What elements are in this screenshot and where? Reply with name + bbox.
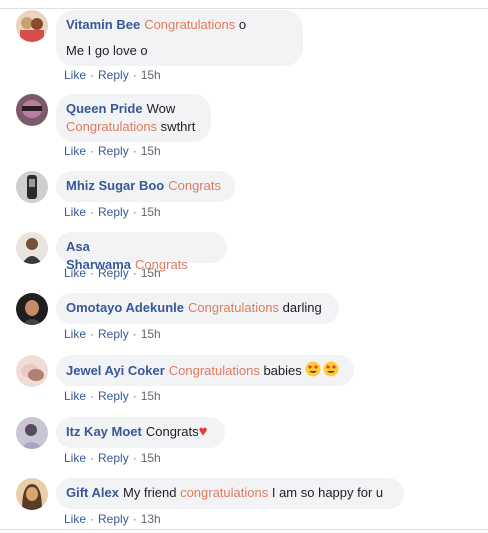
comment-actions: Like · Reply · 15h [64, 68, 161, 82]
comment-bubble: Mhiz Sugar Boo Congrats [56, 171, 235, 202]
reply-link[interactable]: Reply [98, 144, 129, 158]
reply-link[interactable]: Reply [98, 389, 129, 403]
like-link[interactable]: Like [64, 205, 86, 219]
comment-actions: Like · Reply · 15h [64, 144, 161, 158]
highlight-text: Congratulations [187, 300, 280, 315]
comment-bubble: Queen Pride Wow Congratulations swthrt [56, 94, 211, 142]
comment-actions: Like · Reply · 15h [64, 327, 161, 341]
reply-link[interactable]: Reply [98, 266, 129, 280]
comment-author[interactable]: Jewel Ayi Coker [66, 363, 165, 378]
heart-emoji-icon: ♥ [198, 423, 208, 440]
heart-eyes-emoji-icon [305, 361, 339, 377]
comment-bubble: Asa Sharwama Congrats [56, 232, 227, 272]
timestamp[interactable]: 15h [141, 144, 161, 158]
like-link[interactable]: Like [64, 512, 86, 526]
avatar[interactable] [16, 10, 48, 42]
comment-bubble: Omotayo Adekunle Congratulations darling [56, 293, 339, 324]
comment-text: Congrats [145, 424, 199, 439]
comment-author[interactable]: Vitamin Bee [66, 17, 140, 32]
comment-bubble: Vitamin Bee Congratulations o Me I go lov… [56, 10, 303, 66]
highlight-text: Congratulations [66, 119, 158, 134]
avatar[interactable] [16, 171, 48, 203]
comment-text: I am so happy for u [268, 485, 384, 500]
reply-link[interactable]: Reply [98, 68, 129, 82]
reply-link[interactable]: Reply [98, 327, 129, 341]
comment-text: babies [259, 363, 302, 378]
like-link[interactable]: Like [64, 266, 86, 280]
comment-author[interactable]: Itz Kay Moet [66, 424, 142, 439]
like-link[interactable]: Like [64, 327, 86, 341]
avatar[interactable] [16, 232, 48, 264]
comment-text: darling [279, 300, 322, 315]
timestamp[interactable]: 15h [141, 389, 161, 403]
comment-text: o [235, 17, 247, 32]
comment-actions: Like · Reply · 15h [64, 389, 161, 403]
comment-author[interactable]: Omotayo Adekunle [66, 300, 184, 315]
comment-bubble: Itz Kay Moet Congrats♥ [56, 417, 225, 448]
comment-author[interactable]: Mhiz Sugar Boo [66, 178, 164, 193]
avatar[interactable] [16, 478, 48, 510]
top-divider [0, 8, 488, 9]
comment-bubble: Jewel Ayi CokerCongratulations babies 😍😍 [56, 355, 354, 386]
comment-text: Wow [146, 101, 176, 116]
comment-actions: Like · Reply · 15h [64, 451, 161, 465]
comment-text-line2: swthrt [157, 119, 196, 134]
highlight-text: Congratulations [144, 17, 236, 32]
comment-actions: Like · Reply · 15h [64, 266, 161, 280]
highlight-text: Congrats [168, 178, 221, 193]
reply-link[interactable]: Reply [98, 205, 129, 219]
avatar[interactable] [16, 293, 48, 325]
comment-text-line2: Me I go love o [66, 43, 148, 58]
timestamp[interactable]: 15h [141, 205, 161, 219]
comment-actions: Like · Reply · 15h [64, 205, 161, 219]
like-link[interactable]: Like [64, 389, 86, 403]
highlight-text: Congratulations [168, 363, 260, 378]
like-link[interactable]: Like [64, 144, 86, 158]
timestamp[interactable]: 15h [141, 266, 161, 280]
avatar[interactable] [16, 417, 48, 449]
avatar[interactable] [16, 94, 48, 126]
reply-link[interactable]: Reply [98, 451, 129, 465]
timestamp[interactable]: 15h [141, 451, 161, 465]
comment-author[interactable]: Queen Pride [66, 101, 143, 116]
avatar[interactable] [16, 355, 48, 387]
timestamp[interactable]: 15h [141, 327, 161, 341]
bottom-divider [0, 529, 488, 530]
highlight-text: congratulations [180, 485, 269, 500]
like-link[interactable]: Like [64, 451, 86, 465]
reply-link[interactable]: Reply [98, 512, 129, 526]
comment-text: My friend [122, 485, 181, 500]
comment-actions: Like · Reply · 13h [64, 512, 161, 526]
like-link[interactable]: Like [64, 68, 86, 82]
timestamp[interactable]: 13h [141, 512, 161, 526]
comment-author[interactable]: Gift Alex [66, 485, 119, 500]
comment-bubble: Gift Alex My friend congratulations I am … [56, 478, 404, 509]
timestamp[interactable]: 15h [141, 68, 161, 82]
